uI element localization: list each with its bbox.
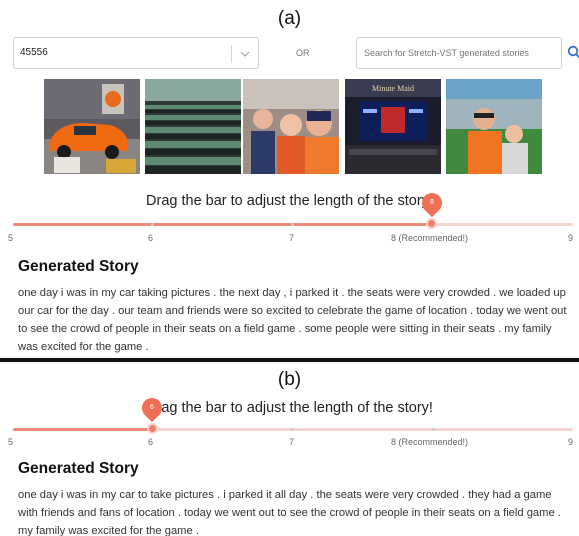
stadium-seats-icon [145,79,241,174]
story-id-select[interactable]: 45556 [13,37,259,69]
svg-text:Minute Maid: Minute Maid [372,84,414,93]
slider-fill-b [13,428,153,431]
story-photo-2 [145,79,241,174]
select-divider [231,45,232,63]
story-text-b: one day i was in my car to take pictures… [18,489,561,536]
or-label: OR [296,48,310,58]
mark-label: 7 [289,437,295,447]
slider-tick [432,428,435,431]
story-id-value: 45556 [20,47,48,58]
mark-label: 6 [148,233,154,243]
story-photo-1 [44,79,140,174]
slider-thumb-a[interactable] [426,218,437,229]
mark-label: 8 (Recommended!) [391,233,469,243]
search-field[interactable] [356,37,562,69]
ballpark-field-icon [446,79,542,174]
slider-caption-b: Drag the bar to adjust the length of the… [146,400,433,416]
slider-thumb-b[interactable] [147,423,158,434]
mark-label: 7 [289,233,295,243]
mark-label: 6 [148,437,154,447]
search-icon[interactable] [567,45,579,59]
slider-tick [291,428,294,431]
story-photo-5 [446,79,542,174]
chevron-down-icon[interactable] [240,49,250,59]
panel-label-a: (a) [277,8,302,29]
slider-fill-a [13,223,432,226]
slider-tick [151,223,154,226]
story-text-a: one day i was in my car taking pictures … [18,287,567,353]
length-slider-b[interactable] [13,428,573,431]
panel-separator [0,358,579,362]
mark-label: 9 [568,437,574,447]
story-photo-4: Minute Maid [345,79,441,174]
search-input[interactable] [357,38,561,68]
mark-label: 5 [8,233,14,243]
mark-label: 9 [568,233,574,243]
fans-selfie-icon [243,79,339,174]
slider-tick [291,223,294,226]
story-heading-a: Generated Story [18,258,139,275]
story-heading-b: Generated Story [18,460,139,477]
scoreboard-icon: Minute Maid [345,79,441,174]
slider-value-a: 8 [430,199,434,206]
panel-label-b: (b) [277,369,302,390]
length-slider-a[interactable] [13,223,573,226]
orange-car-icon [44,79,140,174]
slider-value-b: 6 [150,404,154,411]
story-photo-3 [243,79,339,174]
slider-caption-a: Drag the bar to adjust the length of the… [146,193,433,209]
mark-label: 8 (Recommended!) [391,437,469,447]
mark-label: 5 [8,437,14,447]
